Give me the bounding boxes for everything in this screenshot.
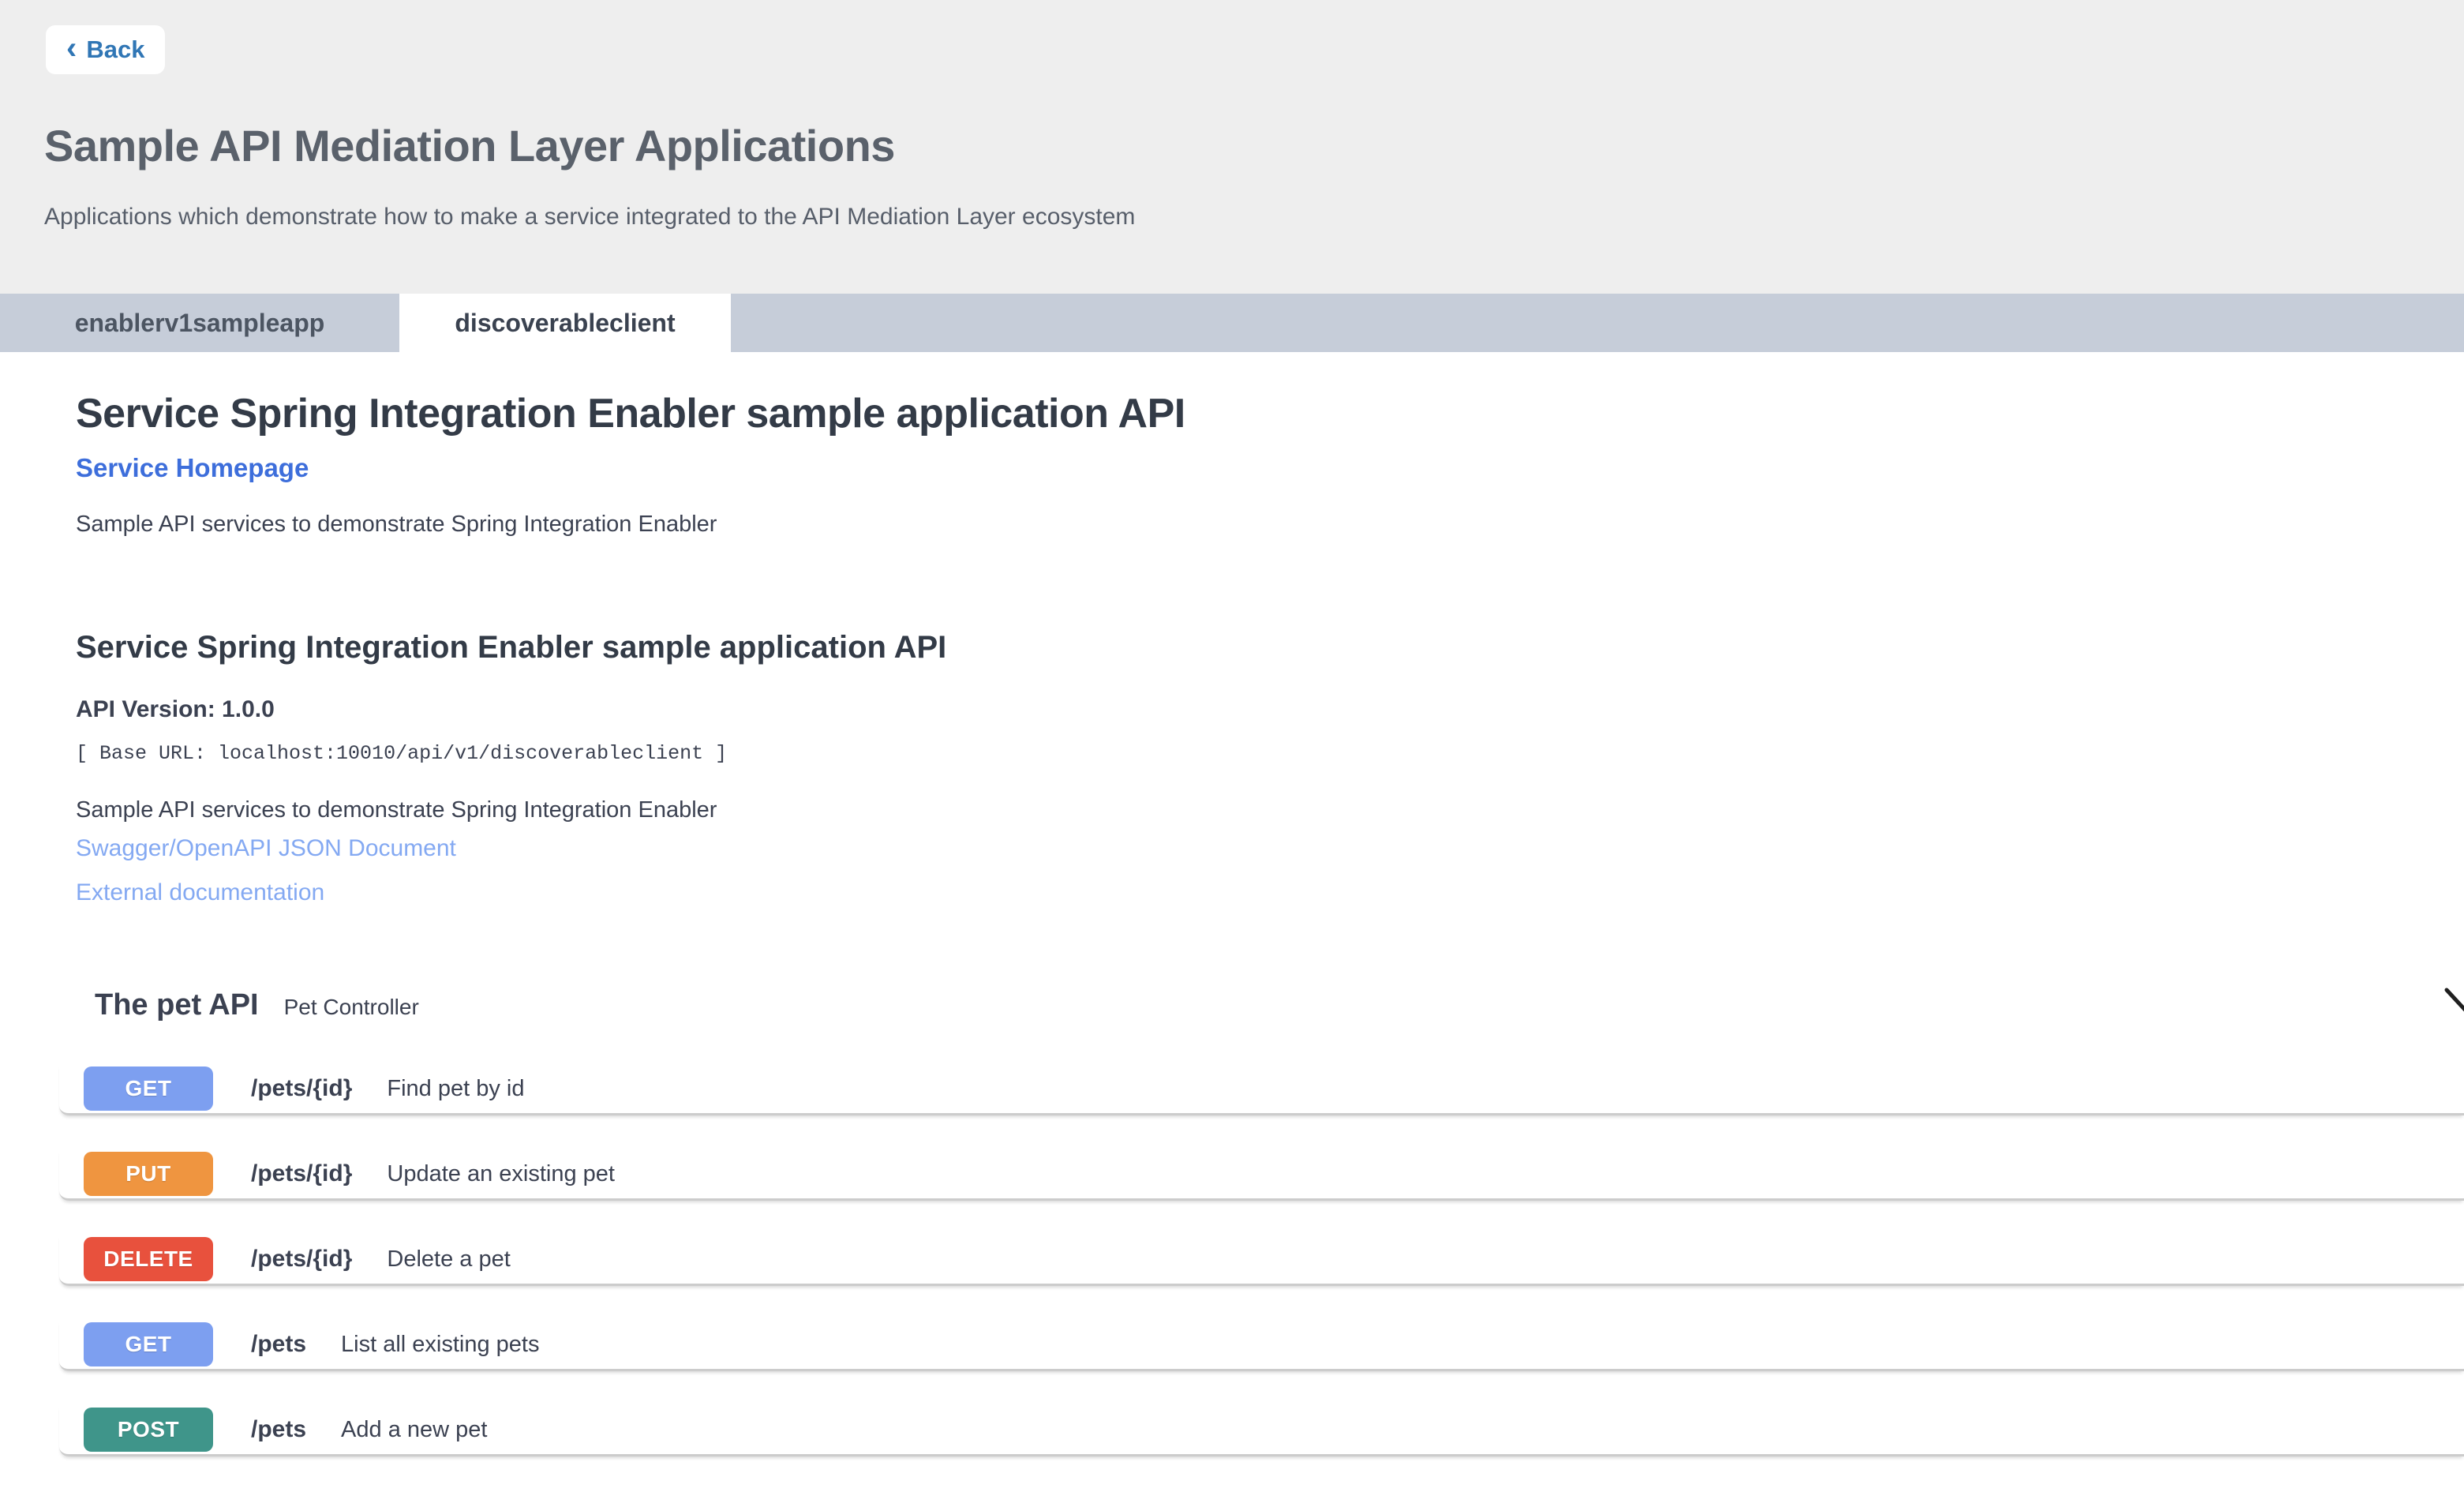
- endpoint-row[interactable]: POST /pets Add a new pet: [59, 1399, 2464, 1484]
- method-badge: POST: [84, 1408, 213, 1452]
- endpoint-row[interactable]: PUT /pets/{id} Update an existing pet: [59, 1143, 2464, 1228]
- endpoint-path: /pets: [251, 1331, 306, 1358]
- endpoint-description: List all existing pets: [341, 1332, 539, 1358]
- service-title: Service Spring Integration Enabler sampl…: [76, 390, 1185, 437]
- endpoint-description: Find pet by id: [387, 1076, 524, 1102]
- page-subtitle: Applications which demonstrate how to ma…: [44, 204, 1135, 231]
- endpoint-row[interactable]: GET /pets List all existing pets: [59, 1314, 2464, 1399]
- api-doc-description: Sample API services to demonstrate Sprin…: [76, 797, 717, 823]
- endpoint-row[interactable]: DELETE /pets/{id} Delete a pet: [59, 1228, 2464, 1314]
- service-homepage-link[interactable]: Service Homepage: [76, 453, 309, 483]
- api-version: API Version: 1.0.0: [76, 696, 275, 723]
- endpoint-path: /pets: [251, 1416, 306, 1443]
- endpoint-path: /pets/{id}: [251, 1246, 352, 1273]
- back-button-label: Back: [86, 36, 144, 64]
- back-button[interactable]: ‹ Back: [46, 25, 165, 74]
- endpoint-path: /pets/{id}: [251, 1160, 352, 1187]
- endpoint-description: Add a new pet: [341, 1417, 487, 1443]
- api-base-url: [ Base URL: localhost:10010/api/v1/disco…: [76, 742, 727, 765]
- endpoint-row[interactable]: GET /pets/{id} Find pet by id: [59, 1058, 2464, 1143]
- tag-section-header[interactable]: The pet API Pet Controller: [95, 988, 419, 1022]
- service-tabbar: enablerv1sampleapp discoverableclient: [0, 294, 2464, 352]
- tag-title: The pet API: [95, 988, 259, 1022]
- tab-discoverableclient[interactable]: discoverableclient: [399, 294, 731, 352]
- chevron-down-icon[interactable]: [2442, 984, 2464, 1022]
- endpoint-description: Delete a pet: [387, 1246, 510, 1273]
- endpoint-list: GET /pets/{id} Find pet by id PUT /pets/…: [59, 1058, 2464, 1484]
- chevron-left-icon: ‹: [66, 32, 77, 64]
- method-badge: DELETE: [84, 1237, 213, 1281]
- external-docs-link[interactable]: External documentation: [76, 879, 324, 906]
- service-description: Sample API services to demonstrate Sprin…: [76, 512, 717, 538]
- service-detail-panel: Service Spring Integration Enabler sampl…: [0, 352, 2464, 1492]
- api-catalog-page: ‹ Back Sample API Mediation Layer Applic…: [0, 0, 2464, 1492]
- endpoint-path: /pets/{id}: [251, 1075, 352, 1102]
- api-doc-title: Service Spring Integration Enabler sampl…: [76, 630, 946, 665]
- method-badge: GET: [84, 1322, 213, 1366]
- page-header: ‹ Back Sample API Mediation Layer Applic…: [0, 0, 2464, 294]
- page-title: Sample API Mediation Layer Applications: [44, 120, 895, 171]
- method-badge: GET: [84, 1067, 213, 1111]
- tab-enablerv1sampleapp[interactable]: enablerv1sampleapp: [0, 294, 399, 352]
- method-badge: PUT: [84, 1152, 213, 1196]
- endpoint-description: Update an existing pet: [387, 1161, 615, 1187]
- swagger-json-link[interactable]: Swagger/OpenAPI JSON Document: [76, 835, 456, 862]
- tag-subtitle: Pet Controller: [284, 995, 419, 1020]
